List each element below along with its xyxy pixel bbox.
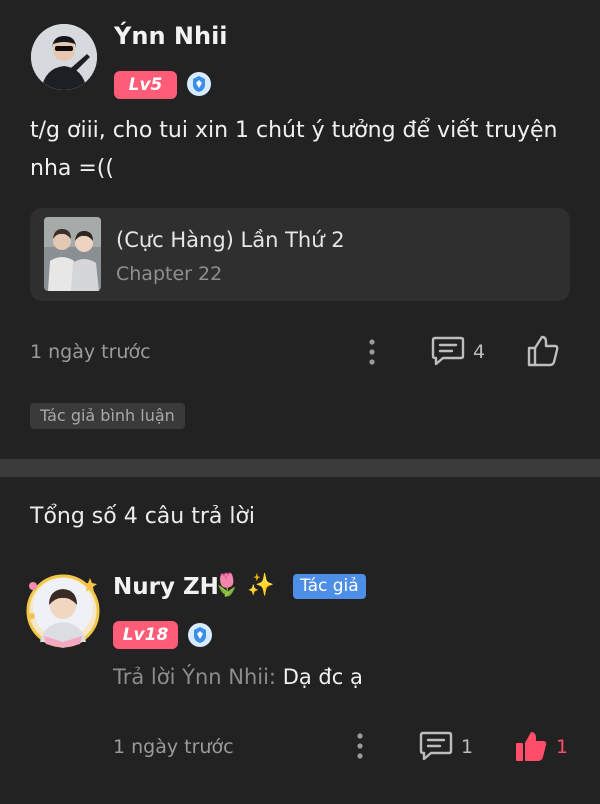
reply-author-emojis: 🌷 ✨ [213, 573, 275, 598]
story-card[interactable]: (Cực Hàng) Lần Thứ 2 Chapter 22 [30, 208, 570, 301]
level-badge: Lv5 [114, 71, 177, 99]
thumb-up-filled-icon[interactable] [514, 729, 548, 767]
comment-text: t/g ơiii, cho tui xin 1 chút ý tưởng để … [30, 118, 558, 181]
reply-text: Dạ đc ạ [282, 665, 363, 689]
reply-author-name[interactable]: Nury ZH [113, 574, 219, 600]
reply-avatar[interactable] [24, 572, 102, 650]
author-comment-tag: Tác giả bình luận [30, 403, 185, 429]
replies-total-label: Tổng số 4 câu trả lời [30, 504, 256, 529]
level-badge: Lv18 [113, 621, 178, 649]
more-vert-icon[interactable] [349, 731, 371, 761]
story-cover-image [44, 217, 101, 291]
like-count: 1 [556, 736, 569, 758]
comment-time: 1 ngày trước [30, 341, 151, 363]
more-vert-icon[interactable] [361, 337, 383, 367]
reply-count: 1 [461, 736, 474, 758]
reply-to-prefix: Trả lời Ýnn Nhii: [113, 665, 276, 689]
story-chapter: Chapter 22 [116, 263, 223, 285]
author-tag: Tác giả [293, 574, 366, 599]
commenter-avatar[interactable] [31, 24, 97, 90]
avatar-photo [31, 24, 97, 90]
section-divider [0, 459, 600, 477]
thumb-up-outline-icon[interactable] [526, 334, 560, 372]
verified-shield-icon [186, 71, 212, 101]
commenter-name[interactable]: Ýnn Nhii [114, 22, 228, 50]
reply-count: 4 [473, 341, 486, 363]
reply-time: 1 ngày trước [113, 736, 234, 758]
comment-icon[interactable] [419, 730, 453, 766]
reply-content: Trả lời Ýnn Nhii: Dạ đc ạ [113, 665, 363, 689]
story-title: (Cực Hàng) Lần Thứ 2 [116, 228, 345, 252]
comment-icon[interactable] [431, 335, 465, 371]
verified-shield-icon [187, 622, 213, 652]
